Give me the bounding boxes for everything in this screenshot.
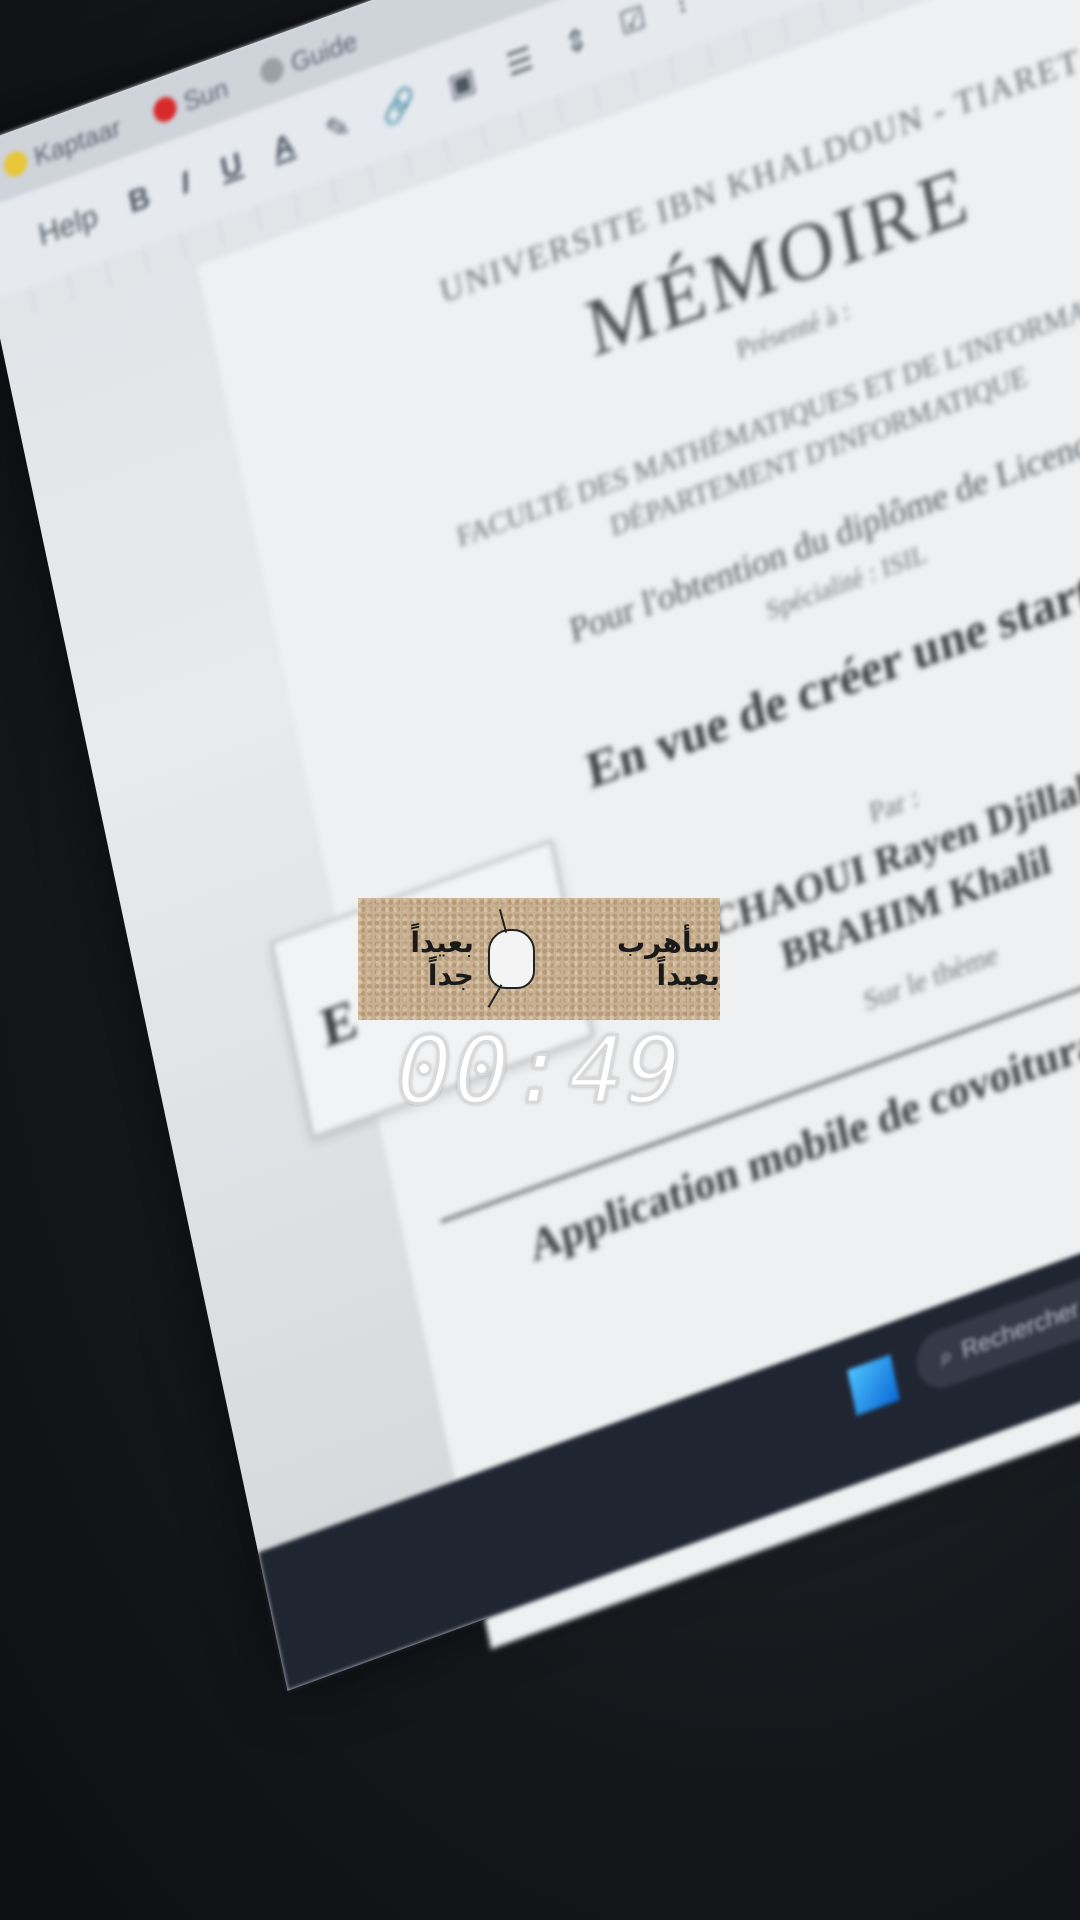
align-icon[interactable]: ☰ xyxy=(503,40,536,84)
checklist-icon[interactable]: ☑ xyxy=(616,0,649,43)
bullet-list-icon[interactable]: ⁝ xyxy=(674,0,690,22)
search-icon: ⌕ xyxy=(937,1341,956,1373)
italic-button[interactable]: I xyxy=(178,166,193,202)
highlight-icon[interactable]: ✎ xyxy=(322,107,353,150)
numbered-list-icon[interactable]: ≡ xyxy=(715,0,739,7)
bookmark-icon xyxy=(1,147,30,180)
image-icon[interactable]: ▣ xyxy=(445,61,479,105)
bookmark-icon xyxy=(258,54,287,87)
bookmark-icon xyxy=(151,93,179,126)
font-color-button[interactable]: A xyxy=(270,128,298,169)
bold-button[interactable]: B xyxy=(126,180,154,221)
search-placeholder: Rechercher xyxy=(959,1295,1080,1365)
windows-start-icon[interactable] xyxy=(847,1354,900,1416)
line-spacing-icon[interactable]: ⇕ xyxy=(561,20,592,63)
sticker-text-right: سأهرب بعيداً xyxy=(616,926,720,992)
timer-display: 00:49 xyxy=(395,1015,684,1125)
sticker-text-left: بعيداً جداً xyxy=(410,926,474,992)
box-left-text: E xyxy=(315,987,363,1059)
bookmark-label: Guide xyxy=(287,24,360,78)
link-icon[interactable]: 🔗 xyxy=(378,83,420,130)
ghost-running-icon xyxy=(487,929,535,989)
bookmark-sun[interactable]: Sun xyxy=(151,71,231,128)
underline-button[interactable]: U xyxy=(218,147,246,188)
story-sticker: سأهرب بعيداً بعيداً جداً xyxy=(358,898,720,1020)
menu-help[interactable]: Help xyxy=(36,199,101,254)
laptop-screen: Kaptaar Sun Guide Help B I U A ✎ 🔗 ▣ ☰ ⇕… xyxy=(0,0,1080,1691)
bookmark-label: Sun xyxy=(180,71,231,117)
